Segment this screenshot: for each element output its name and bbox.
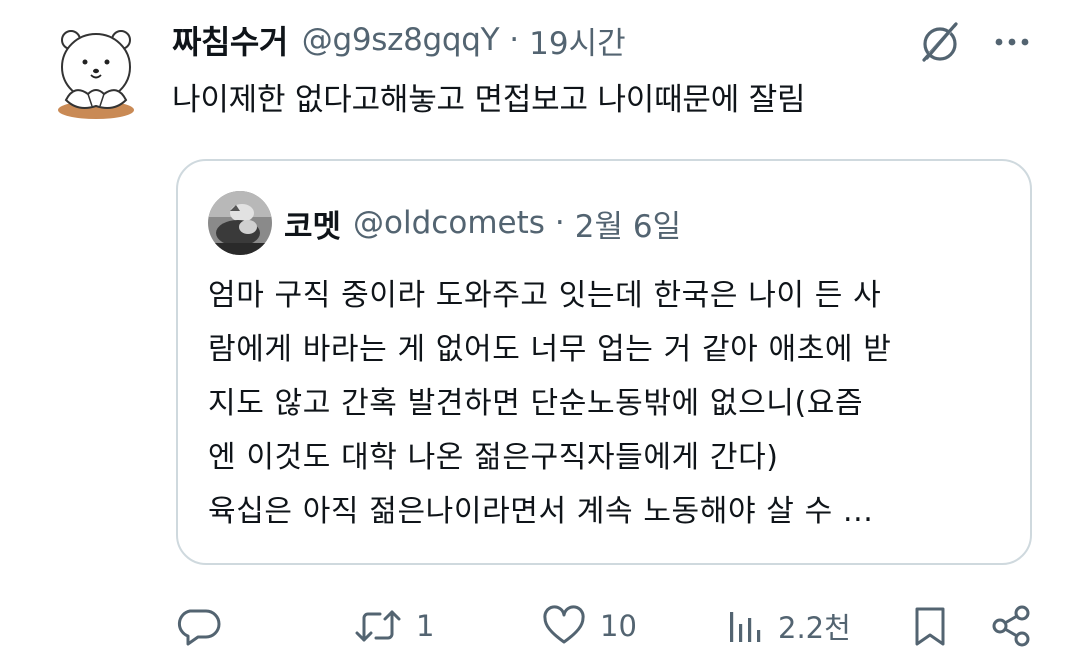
author-handle[interactable]: @g9sz8gqqY xyxy=(302,22,500,58)
quoted-author-avatar[interactable] xyxy=(208,191,272,255)
retweet-icon xyxy=(355,610,401,642)
views-button[interactable]: 2.2천 xyxy=(722,596,851,656)
author-avatar[interactable] xyxy=(54,20,138,120)
quoted-tweet-text: 엄마 구직 중이라 도와주고 잇는데 한국은 나이 든 사 람에게 바라는 게 … xyxy=(208,269,1008,539)
views-count: 2.2천 xyxy=(778,611,851,645)
quoted-author-handle[interactable]: @oldcomets xyxy=(353,205,545,241)
tweet-action-bar: 1 10 2.2천 xyxy=(0,596,1080,656)
quoted-text-line: 람에게 바라는 게 없어도 너무 업는 거 같아 애초에 받 xyxy=(208,332,892,367)
like-count: 10 xyxy=(600,609,637,643)
like-button[interactable]: 10 xyxy=(540,596,637,656)
reply-icon xyxy=(177,609,221,646)
bookmark-icon xyxy=(915,607,945,646)
quoted-author-name[interactable]: 코멧 xyxy=(284,201,341,246)
grok-icon[interactable] xyxy=(916,18,964,66)
quoted-text-line: 육십은 아직 젊은나이라면서 계속 노동해야 살 수 ... xyxy=(208,494,874,529)
separator-dot: · xyxy=(554,205,565,241)
tweet-time[interactable]: 19시간 xyxy=(529,18,626,63)
author-name[interactable]: 짜침수거 xyxy=(172,17,288,63)
quoted-text-line: 지도 않고 간혹 발견하면 단순노동밖에 없으니(요즘 xyxy=(208,386,864,421)
quoted-text-line: 엔 이것도 대학 나온 젊은구직자들에게 간다) xyxy=(208,440,779,475)
retweet-count: 1 xyxy=(416,609,435,643)
share-icon xyxy=(992,605,1030,647)
heart-icon xyxy=(543,605,585,644)
more-icon[interactable] xyxy=(990,24,1034,60)
bookmark-button[interactable] xyxy=(906,596,954,656)
views-icon xyxy=(730,612,761,642)
reply-button[interactable] xyxy=(176,596,224,656)
quoted-tweet-header: 코멧 @oldcomets · 2월 6일 xyxy=(284,201,681,245)
separator-dot: · xyxy=(509,22,520,58)
share-button[interactable] xyxy=(988,596,1036,656)
tweet-text: 나이제한 없다고해놓고 면접보고 나이때문에 잘림 xyxy=(172,82,806,118)
quoted-tweet-card[interactable]: 코멧 @oldcomets · 2월 6일 엄마 구직 중이라 도와주고 잇는데… xyxy=(176,159,1032,565)
tweet-header: 짜침수거 @g9sz8gqqY · 19시간 xyxy=(172,18,626,62)
quoted-tweet-date[interactable]: 2월 6일 xyxy=(575,201,681,246)
retweet-button[interactable]: 1 xyxy=(352,596,434,656)
quoted-text-line: 엄마 구직 중이라 도와주고 잇는데 한국은 나이 든 사 xyxy=(208,278,882,313)
